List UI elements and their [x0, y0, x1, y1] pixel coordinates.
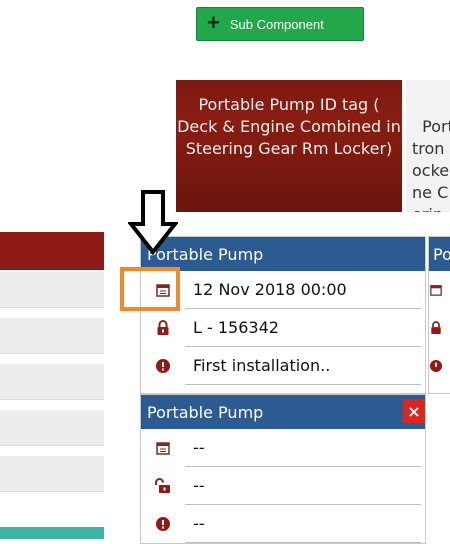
- left-column-row[interactable]: [0, 272, 104, 308]
- left-column-header: [0, 232, 104, 270]
- install-date-row: 12 Nov 2018 00:00: [141, 271, 425, 309]
- remarks-value: --: [185, 505, 421, 543]
- card-header: Po: [429, 237, 450, 271]
- plus-icon: +: [207, 10, 220, 35]
- next-component-title-card[interactable]: Port tron ocke ne C erin: [406, 80, 450, 212]
- card-header: Portable Pump ×: [141, 395, 425, 429]
- card-title: Portable Pump: [147, 402, 264, 422]
- lock-value: L - 156342: [185, 309, 421, 347]
- lock-row: [429, 309, 450, 347]
- calendar-icon[interactable]: [429, 284, 443, 296]
- left-column-row[interactable]: [0, 364, 104, 400]
- next-component-card: Po: [428, 236, 450, 394]
- lock-row: --: [141, 467, 425, 505]
- calendar-icon[interactable]: [141, 441, 185, 455]
- next-component-title: Port tron ocke ne C erin: [412, 117, 450, 212]
- remarks-row: --: [141, 505, 425, 543]
- add-sub-component-button[interactable]: + Sub Component: [196, 7, 364, 41]
- remarks-row: [429, 347, 450, 385]
- remarks-row: First installation..: [141, 347, 425, 385]
- lock-icon[interactable]: [141, 320, 185, 336]
- unlock-icon[interactable]: [141, 478, 185, 494]
- left-column-row[interactable]: [0, 456, 104, 492]
- left-column-footer: [0, 527, 104, 539]
- sub-component-label: Sub Component: [229, 16, 324, 32]
- remarks-value: First installation..: [185, 347, 421, 385]
- left-column-row[interactable]: [0, 318, 104, 354]
- card-header: Portable Pump: [141, 237, 425, 271]
- portable-pump-card: Portable Pump × -- -- --: [140, 394, 426, 544]
- lock-row: L - 156342: [141, 309, 425, 347]
- install-date-row: [429, 271, 450, 309]
- highlight-box: [120, 267, 180, 311]
- info-icon[interactable]: [141, 517, 185, 531]
- component-title-card[interactable]: Portable Pump ID tag ( Deck & Engine Com…: [176, 80, 402, 212]
- arrow-down-icon: [128, 190, 178, 256]
- lock-value: --: [185, 467, 421, 505]
- portable-pump-card: Portable Pump 12 Nov 2018 00:00 L - 1563…: [140, 236, 426, 394]
- info-icon[interactable]: [141, 359, 185, 373]
- install-date-value: 12 Nov 2018 00:00: [185, 271, 421, 309]
- component-title: Portable Pump ID tag ( Deck & Engine Com…: [177, 95, 401, 158]
- install-date-value: --: [185, 429, 421, 467]
- close-icon[interactable]: ×: [403, 399, 425, 423]
- install-date-row: --: [141, 429, 425, 467]
- lock-icon[interactable]: [429, 321, 443, 335]
- info-icon[interactable]: [429, 360, 443, 372]
- card-title: Po: [433, 244, 450, 264]
- left-column-row[interactable]: [0, 410, 104, 446]
